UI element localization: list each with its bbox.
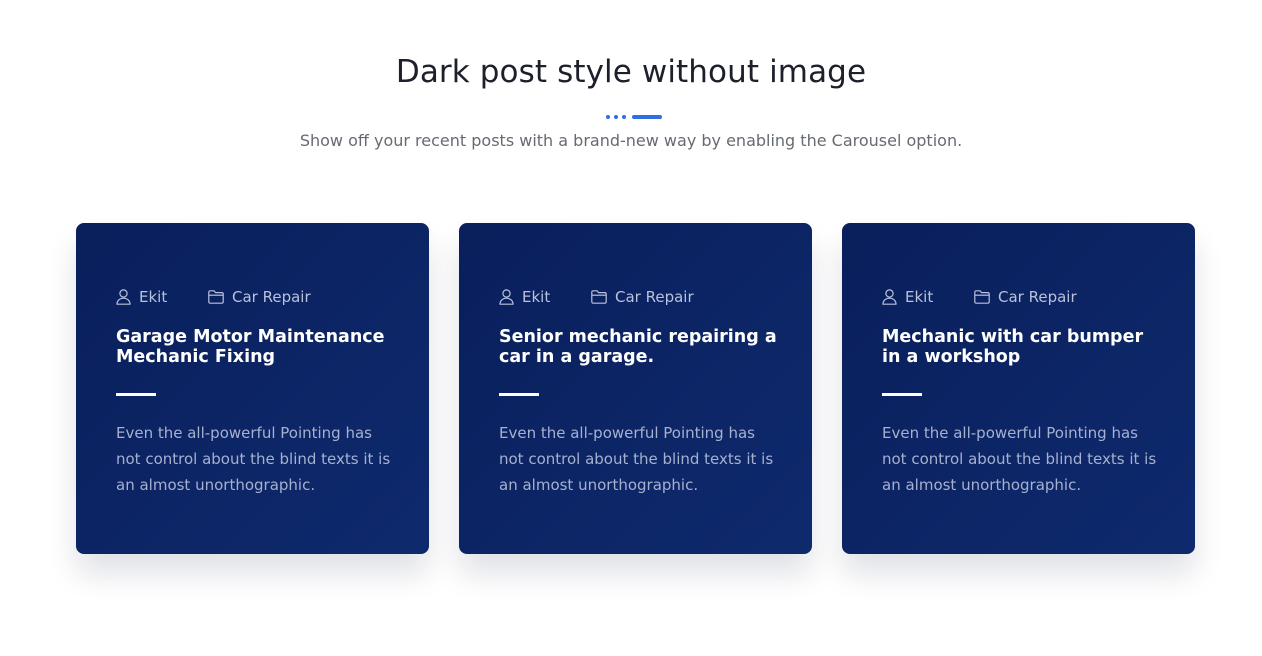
section-title: Dark post style without image bbox=[395, 54, 867, 90]
post-author: Ekit bbox=[522, 288, 551, 306]
post-card[interactable]: Ekit Car Repair Senior mechanic repairin… bbox=[459, 223, 812, 554]
post-grid: Ekit Car Repair Garage Motor Maintenance… bbox=[76, 223, 1195, 554]
section-subtitle: Show off your recent posts with a brand-… bbox=[299, 131, 963, 150]
title-underline bbox=[116, 393, 156, 396]
title-divider bbox=[606, 114, 662, 119]
post-author-link[interactable]: Ekit bbox=[116, 288, 208, 306]
divider-dot bbox=[622, 114, 626, 119]
user-icon bbox=[499, 289, 514, 305]
post-category: Car Repair bbox=[615, 288, 694, 306]
divider-dot bbox=[614, 114, 618, 119]
post-author-link[interactable]: Ekit bbox=[499, 288, 591, 306]
post-author: Ekit bbox=[139, 288, 168, 306]
post-excerpt: Even the all-powerful Pointing has not c… bbox=[499, 424, 774, 494]
post-meta: Ekit Car Repair bbox=[882, 287, 1155, 307]
post-category-link[interactable]: Car Repair bbox=[591, 288, 694, 306]
post-title[interactable]: Senior mechanic repairing a car in a gar… bbox=[499, 327, 779, 367]
post-category-link[interactable]: Car Repair bbox=[974, 288, 1077, 306]
user-icon bbox=[116, 289, 131, 305]
post-category: Car Repair bbox=[232, 288, 311, 306]
title-underline bbox=[499, 393, 539, 396]
post-card[interactable]: Ekit Car Repair Mechanic with car bumper… bbox=[842, 223, 1195, 554]
post-meta: Ekit Car Repair bbox=[116, 287, 389, 307]
post-category: Car Repair bbox=[998, 288, 1077, 306]
divider-dot bbox=[606, 114, 610, 119]
folder-icon bbox=[591, 290, 607, 304]
post-author-link[interactable]: Ekit bbox=[882, 288, 974, 306]
post-excerpt: Even the all-powerful Pointing has not c… bbox=[882, 424, 1157, 494]
post-author: Ekit bbox=[905, 288, 934, 306]
post-meta: Ekit Car Repair bbox=[499, 287, 772, 307]
divider-bar bbox=[632, 114, 662, 119]
post-section: Dark post style without image Show off y… bbox=[0, 0, 1262, 656]
post-title[interactable]: Garage Motor Maintenance Mechanic Fixing bbox=[116, 327, 396, 367]
post-card[interactable]: Ekit Car Repair Garage Motor Maintenance… bbox=[76, 223, 429, 554]
folder-icon bbox=[208, 290, 224, 304]
folder-icon bbox=[974, 290, 990, 304]
post-category-link[interactable]: Car Repair bbox=[208, 288, 311, 306]
post-title[interactable]: Mechanic with car bumper in a workshop bbox=[882, 327, 1162, 367]
post-excerpt: Even the all-powerful Pointing has not c… bbox=[116, 424, 391, 494]
user-icon bbox=[882, 289, 897, 305]
title-underline bbox=[882, 393, 922, 396]
